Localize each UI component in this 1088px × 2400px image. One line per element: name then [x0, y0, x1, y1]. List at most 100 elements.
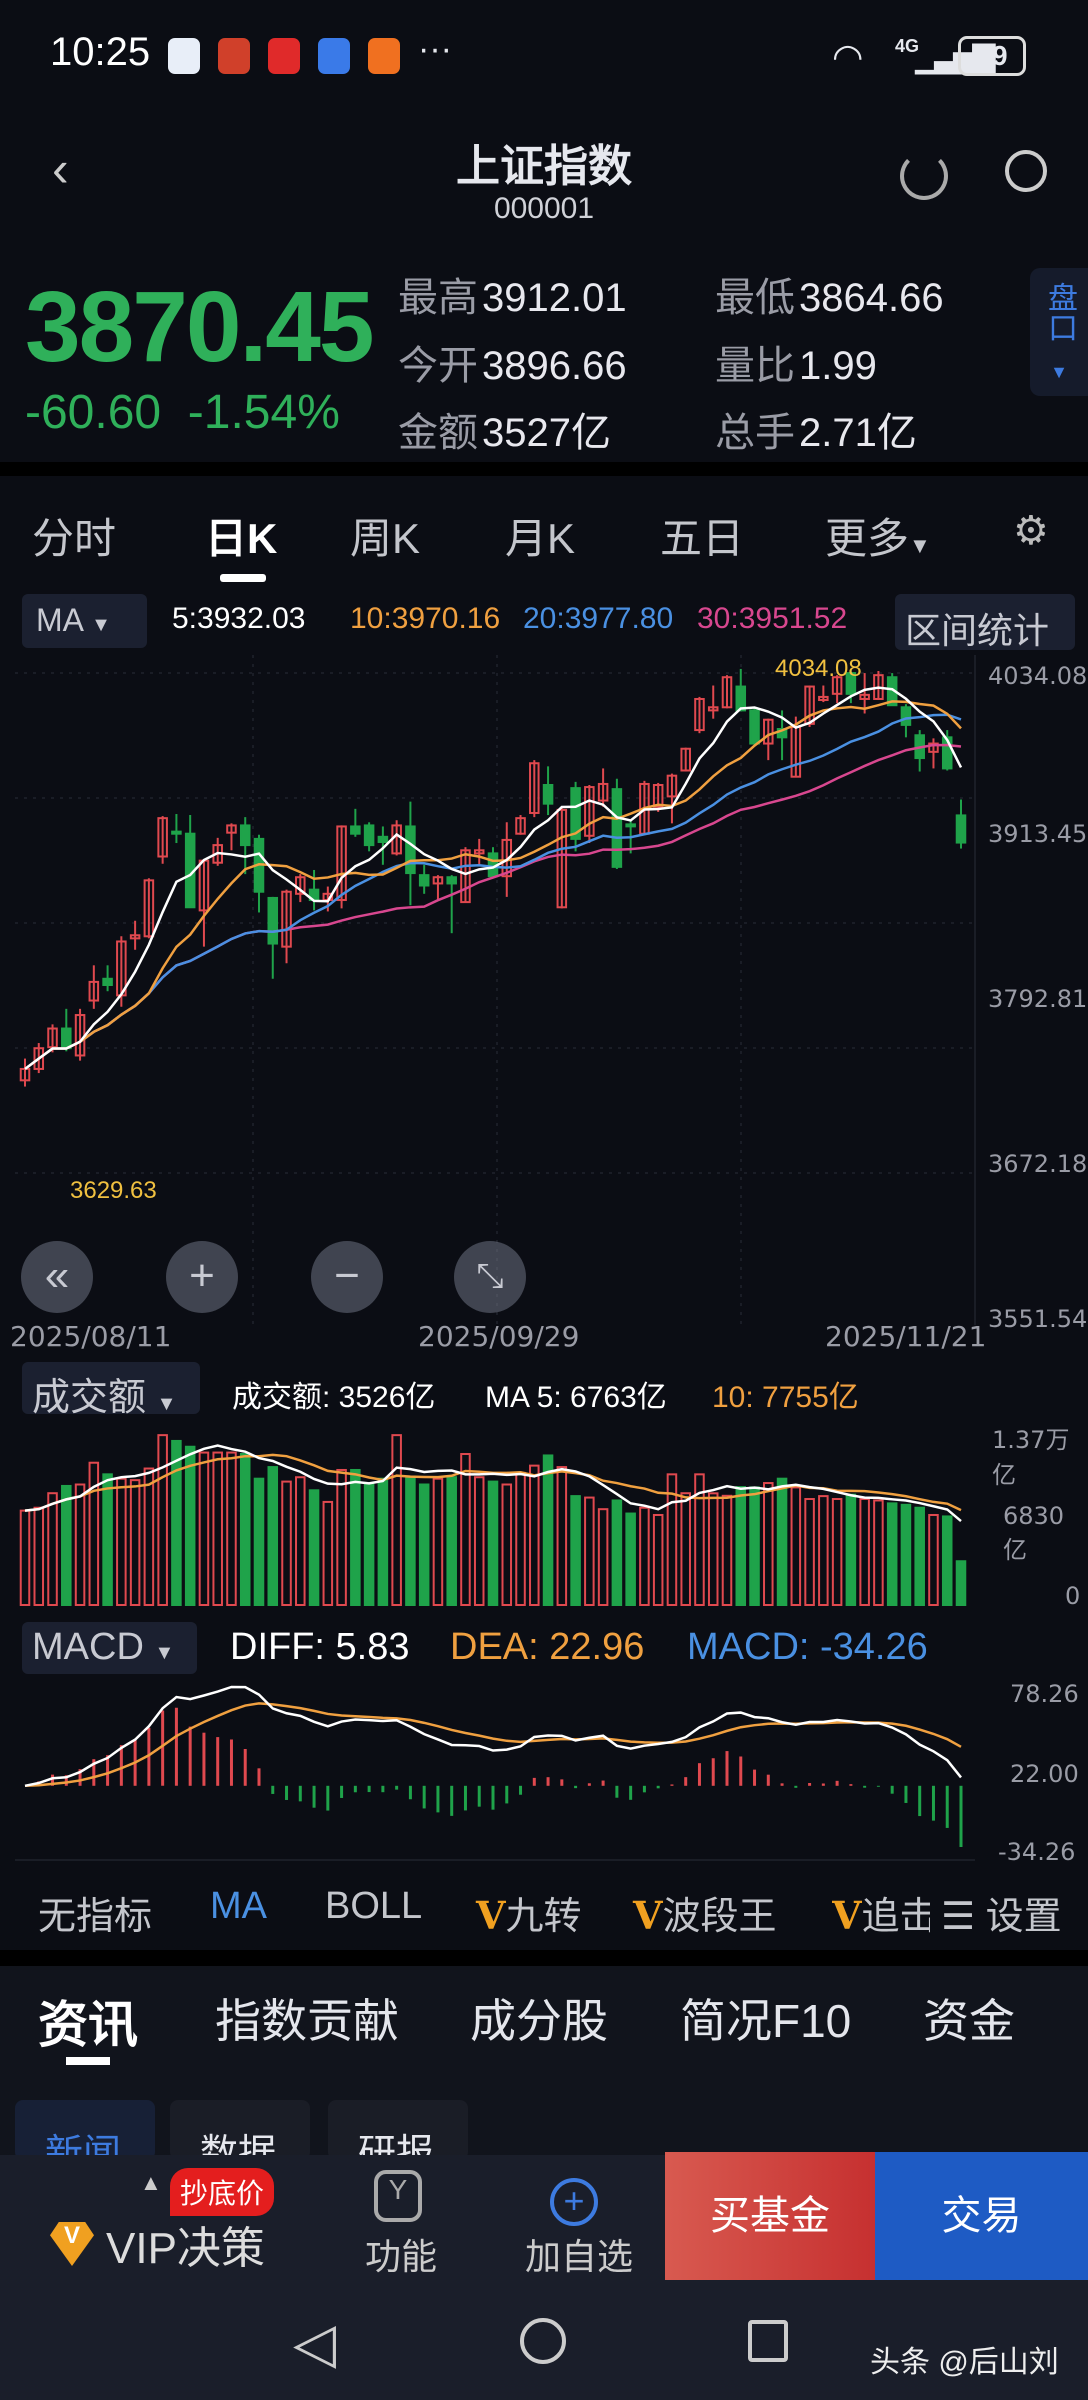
- music-app-icon: [318, 38, 350, 74]
- ma20-line: [24, 713, 962, 1070]
- function-button[interactable]: 功能: [365, 2228, 437, 2280]
- trade-button[interactable]: 交易: [875, 2152, 1088, 2280]
- volume-bar: [763, 1482, 774, 1606]
- macd-diff: DIFF: 5.83: [230, 1626, 410, 1668]
- tab-five-day[interactable]: 五日: [660, 505, 744, 566]
- indicator-nine-turn[interactable]: V九转: [476, 1885, 582, 1940]
- candle-body: [377, 835, 389, 843]
- tab-funds[interactable]: 资金: [923, 1985, 1015, 2051]
- volume-bar: [611, 1499, 623, 1606]
- volume-bar: [859, 1498, 870, 1606]
- volume-bar: [198, 1451, 210, 1606]
- candle-body: [900, 706, 912, 726]
- scroll-left-button[interactable]: «: [21, 1241, 93, 1313]
- tab-f10[interactable]: 简况F10: [680, 1985, 851, 2051]
- volume-amount: 成交额: 3526亿: [232, 1381, 436, 1414]
- y-tick: 4034.08: [988, 662, 1088, 690]
- volume-selector[interactable]: 成交额 ▼: [22, 1362, 200, 1419]
- tab-monthly-k[interactable]: 月K: [505, 505, 575, 566]
- macd-dea: DEA: 22.96: [450, 1626, 645, 1668]
- indicator-chase[interactable]: V追击: [832, 1885, 930, 1940]
- volume-bar: [542, 1454, 554, 1606]
- zoom-out-button[interactable]: −: [311, 1241, 383, 1313]
- x-tick: 2025/09/29: [418, 1320, 580, 1353]
- zoom-in-button[interactable]: +: [166, 1241, 238, 1313]
- tab-news[interactable]: 资讯: [38, 1985, 138, 2057]
- candle-body: [239, 824, 251, 847]
- macd-selector[interactable]: MACD ▼: [22, 1622, 197, 1674]
- volume-bar: [790, 1486, 802, 1606]
- volume-ma5: MA 5: 6763亿: [485, 1381, 667, 1414]
- indicator-settings[interactable]: ☰ 设置: [935, 1885, 1062, 1940]
- indicator-none[interactable]: 无指标: [38, 1885, 152, 1940]
- dea-line: [24, 1702, 962, 1788]
- settings-gear-icon[interactable]: ⚙: [1013, 508, 1049, 554]
- indicator-ma[interactable]: MA: [210, 1885, 267, 1928]
- vip-decision-button[interactable]: VIP决策: [106, 2212, 265, 2276]
- volume-bar: [336, 1468, 347, 1607]
- volume-bar: [102, 1473, 113, 1606]
- subtab-research[interactable]: 研报: [328, 2100, 468, 2160]
- volume-bar: [295, 1476, 306, 1606]
- stat-low: 最低 3864.66: [715, 276, 944, 320]
- search-icon[interactable]: [1005, 150, 1047, 192]
- y-tick: 3792.81: [988, 985, 1088, 1013]
- tab-constituents[interactable]: 成分股: [470, 1985, 608, 2051]
- volume-bar: [226, 1451, 237, 1606]
- subtab-news[interactable]: 新闻: [15, 2100, 155, 2160]
- refresh-icon[interactable]: [900, 152, 948, 200]
- stat-open: 今开 3896.66: [398, 344, 627, 388]
- nav-back-icon[interactable]: ◁: [293, 2310, 336, 2376]
- change-value: -60.60: [25, 386, 162, 439]
- macd-y-tick: 22.00: [1010, 1760, 1079, 1788]
- ma30-value: 30:3951.52: [697, 602, 848, 635]
- add-watchlist-button[interactable]: 加自选: [525, 2228, 633, 2280]
- subtab-data[interactable]: 数据: [170, 2100, 310, 2160]
- volume-bar: [281, 1480, 292, 1606]
- candle-body: [749, 709, 760, 745]
- watermark: 头条 @后山刘: [870, 2346, 1059, 2379]
- volume-bar: [735, 1486, 747, 1606]
- tab-daily-k[interactable]: 日K: [205, 505, 277, 566]
- volume-bar: [157, 1434, 168, 1607]
- buy-fund-button[interactable]: 买基金: [665, 2152, 875, 2280]
- candlestick-chart[interactable]: [0, 655, 1088, 1355]
- volume-chart: [19, 1434, 967, 1607]
- nav-recents-icon[interactable]: [748, 2320, 788, 2362]
- volume-bar: [47, 1492, 58, 1606]
- fullscreen-button[interactable]: ⤡: [454, 1241, 526, 1313]
- low-annotation: 3629.63: [70, 1177, 157, 1204]
- tab-weekly-k[interactable]: 周K: [350, 505, 420, 566]
- volume-bar: [597, 1508, 609, 1606]
- divider: [0, 462, 1088, 476]
- volume-bar: [804, 1498, 815, 1606]
- ma-selector[interactable]: MA ▼: [22, 594, 147, 648]
- candle-body: [102, 977, 113, 986]
- volume-bar: [680, 1492, 691, 1606]
- volume-bar: [171, 1439, 182, 1606]
- taobao-app-icon: [218, 38, 250, 74]
- stat-turnover: 总手 2.71亿: [715, 411, 917, 455]
- volume-bar: [556, 1466, 568, 1606]
- wallet-app-icon: [368, 38, 400, 74]
- tab-more[interactable]: 更多▼: [825, 505, 931, 566]
- x-tick: 2025/11/21: [825, 1320, 987, 1353]
- volume-bar: [955, 1560, 967, 1607]
- nav-home-icon[interactable]: [520, 2318, 566, 2364]
- y-tick: 3672.18: [988, 1150, 1088, 1178]
- volume-bar: [487, 1480, 499, 1606]
- indicator-boll[interactable]: BOLL: [325, 1885, 422, 1928]
- volume-bar: [873, 1499, 884, 1606]
- active-tab-indicator: [220, 574, 266, 582]
- volume-bar: [639, 1506, 650, 1606]
- macd-y-tick: -34.26: [998, 1838, 1076, 1866]
- candle-body: [61, 1027, 72, 1050]
- tab-intraday[interactable]: 分时: [32, 505, 116, 566]
- indicator-wave-king[interactable]: V波段王: [633, 1885, 777, 1940]
- volume-bar: [570, 1495, 581, 1606]
- order-book-button[interactable]: 盘口 ▼: [1030, 268, 1088, 396]
- volume-bar: [625, 1512, 636, 1606]
- divider: [0, 1950, 1088, 1966]
- range-stats-button[interactable]: 区间统计: [895, 594, 1075, 651]
- tab-index-contribution[interactable]: 指数贡献: [215, 1985, 399, 2051]
